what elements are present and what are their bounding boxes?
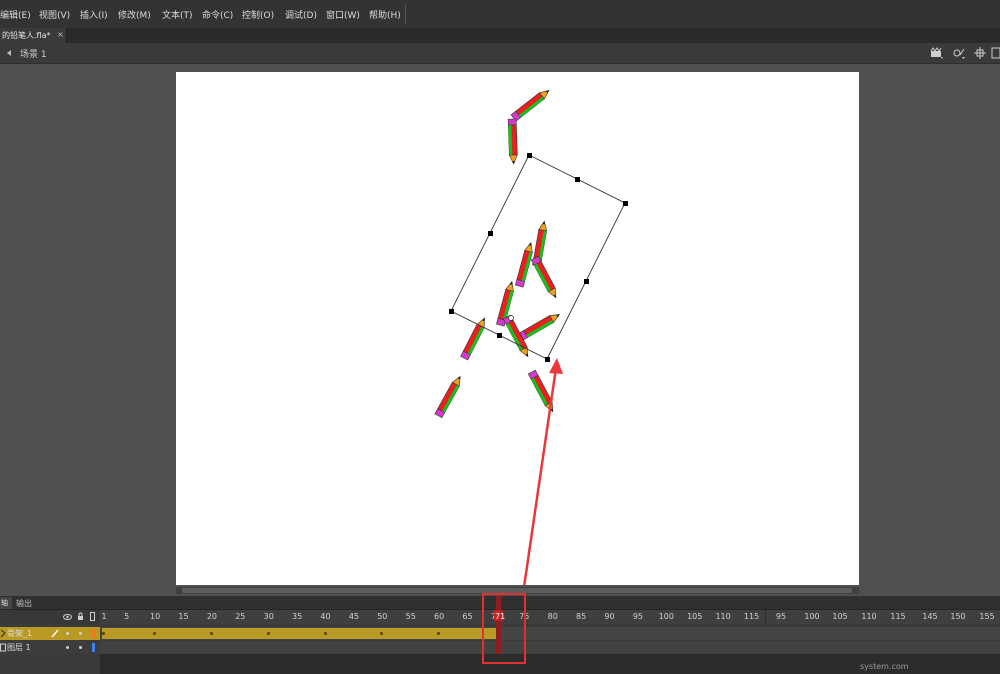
ruler-label: 45 (348, 612, 359, 621)
ruler-label: 95 (632, 612, 643, 621)
outline-icon[interactable] (90, 612, 95, 621)
pencil-upper-arm[interactable] (510, 86, 552, 122)
ruler-overlay-label: 115 (890, 612, 906, 621)
ruler-label: 40 (320, 612, 331, 621)
document-tab[interactable]: 的铅笔人.fla* × (0, 28, 67, 43)
stage-canvas[interactable] (176, 72, 859, 595)
ruler-label: 80 (547, 612, 558, 621)
visibility-dot[interactable] (66, 632, 69, 635)
menu-divider (405, 4, 406, 24)
menu-help[interactable]: 帮助(H) (369, 8, 401, 21)
armature-pose-span[interactable] (102, 628, 501, 639)
ruler-label: 100 (658, 612, 674, 621)
frames-row-layer1[interactable] (100, 641, 1000, 654)
ruler-label: 35 (292, 612, 303, 621)
menu-modify[interactable]: 修改(M) (118, 8, 151, 21)
menu-bar: 编辑(E) 视图(V) 插入(I) 修改(M) 文本(T) 命令(C) 控制(O… (0, 0, 1000, 29)
visibility-dot[interactable] (66, 646, 69, 649)
keyframe-marker[interactable] (380, 632, 384, 635)
ruler-label: 20 (206, 612, 217, 621)
keyframe-marker[interactable] (102, 632, 105, 635)
ruler-label: 55 (405, 612, 416, 621)
clip-icon[interactable] (990, 46, 1000, 60)
menu-insert[interactable]: 插入(I) (80, 8, 108, 21)
menu-debug[interactable]: 调试(D) (285, 8, 317, 21)
layer-icon (0, 643, 6, 652)
tab-timeline[interactable]: 轴 (0, 597, 12, 609)
lock-dot[interactable] (79, 646, 82, 649)
close-tab-button[interactable]: × (57, 30, 64, 39)
pencil-arm-right[interactable] (530, 255, 560, 301)
tab-output[interactable]: 输出 (16, 598, 32, 609)
lock-icon[interactable] (77, 612, 84, 621)
ruler-label: 5 (124, 612, 130, 621)
menu-text[interactable]: 文本(T) (162, 8, 193, 21)
frames-row-armature[interactable] (100, 627, 1000, 640)
ruler-label: 10 (150, 612, 161, 621)
ruler-overlay-label: 100 (804, 612, 820, 621)
scene-arrow-icon[interactable] (6, 49, 14, 57)
ruler-label: 65 (462, 612, 473, 621)
keyframe-marker[interactable] (437, 632, 441, 635)
menu-edit[interactable]: 编辑(E) (0, 8, 31, 21)
menu-commands[interactable]: 命令(C) (202, 8, 233, 21)
layer-outline-color[interactable] (92, 629, 95, 638)
ruler-overlay-label: 95 (775, 612, 787, 621)
pencil-man-figure[interactable] (176, 72, 859, 595)
ruler-label: 25 (235, 612, 246, 621)
document-tab-bar: 的铅笔人.fla* × (0, 28, 1000, 43)
tab-timeline-label: 轴 (1, 599, 8, 607)
ruler-overlay-label: 150 (950, 612, 966, 621)
ruler-label: 90 (604, 612, 615, 621)
keyframe-marker[interactable] (266, 632, 270, 635)
menu-window[interactable]: 窗口(W) (326, 8, 360, 21)
layer-name[interactable]: 图层 1 (7, 642, 31, 653)
lock-dot[interactable] (79, 632, 82, 635)
ruler-label: 105 (687, 612, 703, 621)
scene-breadcrumb[interactable]: 场景 1 (20, 47, 47, 60)
pencil-shin-left[interactable] (434, 373, 465, 419)
ruler-label: 60 (434, 612, 445, 621)
keyframe-marker[interactable] (153, 632, 157, 635)
armature-layer-icon (0, 629, 6, 638)
annotation-highlight-box (482, 593, 526, 664)
layer-row-armature[interactable]: 骨架_1 (0, 627, 100, 640)
ruler-overlay-label: 155 (979, 612, 995, 621)
ruler-overlay-label: 110 (861, 612, 877, 621)
ruler-label: 50 (377, 612, 388, 621)
ruler-overlay-label: 145 (922, 612, 938, 621)
layer-header (0, 610, 100, 624)
layer-name[interactable]: 骨架_1 (7, 628, 32, 639)
layer-row-layer1[interactable]: 图层 1 (0, 641, 100, 654)
pencil-edit-icon (51, 629, 59, 638)
menu-control[interactable]: 控制(O) (242, 8, 274, 21)
ruler-label: 1 (101, 612, 107, 621)
keyframe-marker[interactable] (209, 632, 213, 635)
ruler-label: 115 (743, 612, 760, 621)
watermark-text: system.com (860, 662, 909, 671)
ruler-label: 15 (178, 612, 189, 621)
ruler-overlay: 95 100 105 110 115 145 150 155 (765, 610, 1000, 624)
document-tab-title: 的铅笔人.fla* (2, 31, 51, 40)
edit-scene-icon[interactable] (930, 46, 944, 60)
ruler-label: 110 (715, 612, 731, 621)
pencil-torso[interactable] (514, 241, 536, 288)
edit-bar: 场景 1 (0, 43, 1000, 64)
show-hide-eye-icon[interactable] (63, 613, 72, 621)
ruler-label: 85 (576, 612, 587, 621)
pencil-hand-right[interactable] (517, 310, 562, 341)
ruler-overlay-label: 105 (832, 612, 848, 621)
center-stage-icon[interactable] (973, 46, 987, 60)
layer-outline-color[interactable] (92, 643, 95, 652)
keyframe-marker[interactable] (323, 632, 327, 635)
frame-ruler[interactable]: 1510152025303540455055606570758085909510… (100, 610, 1000, 624)
ruler-label: 30 (263, 612, 274, 621)
menu-view[interactable]: 视图(V) (39, 8, 70, 21)
pencil-forearm[interactable] (507, 118, 519, 165)
edit-symbol-icon[interactable] (952, 46, 966, 60)
